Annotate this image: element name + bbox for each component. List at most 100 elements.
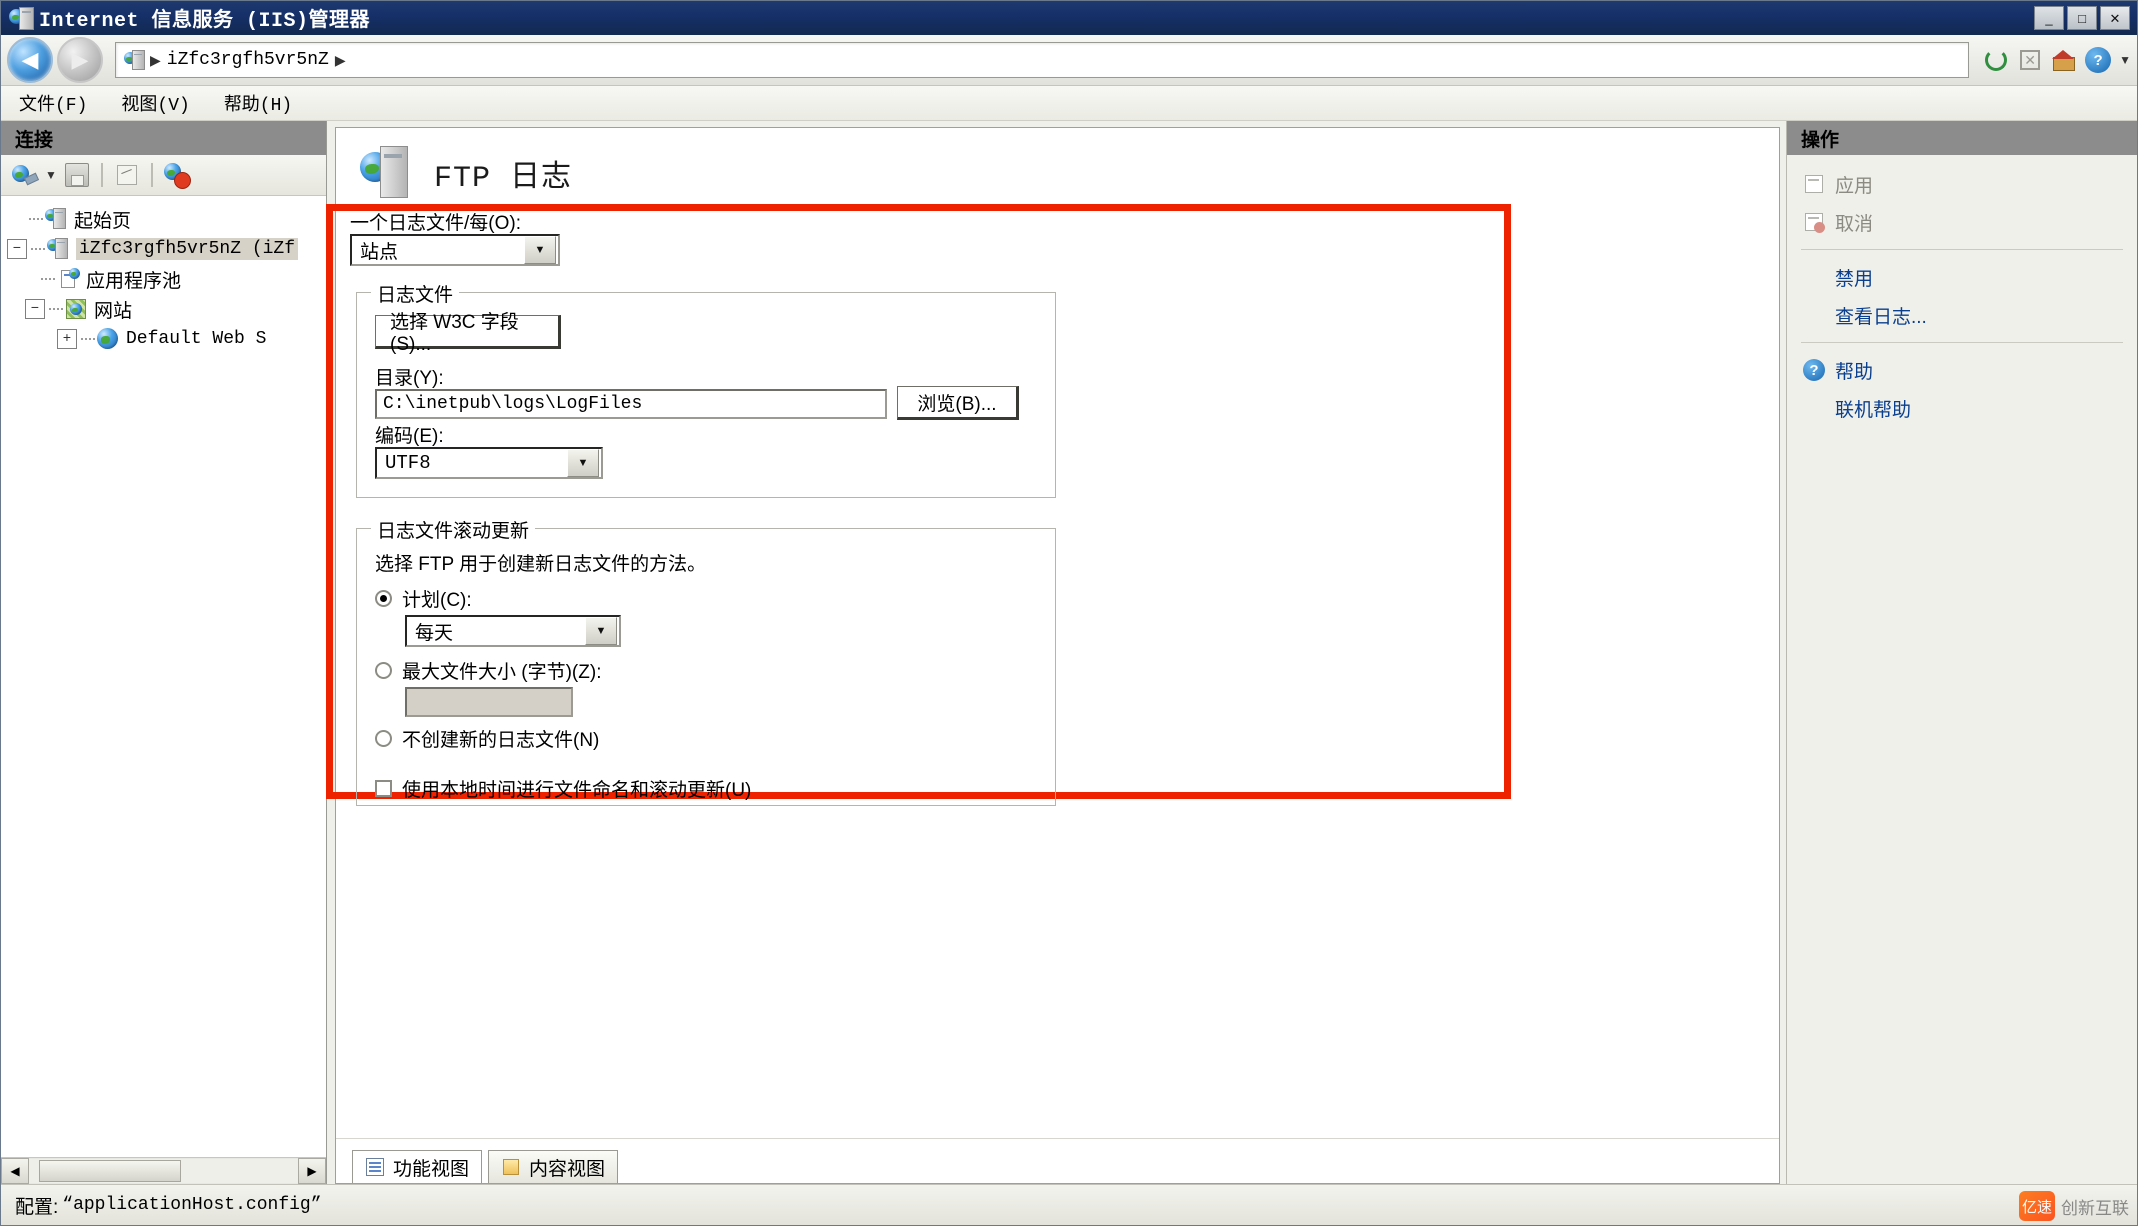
- action-label: 取消: [1835, 213, 1874, 235]
- watermark-badge: 亿速: [2019, 1191, 2055, 1221]
- iis-manager-window: Internet 信息服务 (IIS)管理器 _ □ ✕ ◀ ▶ ▶ iZfc3…: [0, 0, 2138, 1226]
- schedule-radio[interactable]: [375, 590, 392, 607]
- no-new-log-radio-row[interactable]: 不创建新的日志文件(N): [375, 725, 599, 752]
- action-label: 应用: [1835, 175, 1874, 197]
- one-log-file-label: 一个日志文件/每(O):: [350, 213, 521, 234]
- directory-input[interactable]: C:\inetpub\logs\LogFiles: [375, 389, 887, 419]
- main-content: FTP 日志 一个日志文件/每(O): 站点 ▼ 日志文件 选择 W3C 字段(…: [326, 121, 1786, 1184]
- action-label[interactable]: 联机帮助: [1835, 395, 1911, 422]
- watermark-text: 创新互联: [2061, 1198, 2129, 1218]
- close-button[interactable]: ✕: [2100, 6, 2130, 30]
- actions-list: 应用 取消 禁用 查看日志... ? 帮助 联机帮助: [1787, 155, 2137, 427]
- tree-item-sites[interactable]: − 网站: [1, 294, 326, 324]
- dropdown-arrow-icon[interactable]: ▼: [45, 168, 57, 182]
- chevron-down-icon[interactable]: ▼: [585, 617, 617, 645]
- action-label[interactable]: 帮助: [1835, 357, 1873, 384]
- browse-button[interactable]: 浏览(B)...: [897, 386, 1019, 420]
- local-time-checkbox-row[interactable]: 使用本地时间进行文件命名和滚动更新(U): [375, 775, 751, 802]
- scroll-thumb[interactable]: [39, 1160, 181, 1182]
- stop-icon[interactable]: ✕: [2017, 47, 2043, 73]
- menu-item-view[interactable]: 视图(V): [121, 90, 189, 116]
- tree-item-label: 应用程序池: [86, 270, 182, 292]
- breadcrumb-separator-2: ▶: [334, 51, 346, 68]
- tab-label: 内容视图: [529, 1158, 606, 1180]
- back-button[interactable]: ◀: [7, 37, 53, 83]
- connections-toolbar: ▼: [1, 155, 326, 196]
- ftp-logging-icon: [360, 146, 414, 200]
- action-disable[interactable]: 禁用: [1787, 258, 2137, 296]
- breadcrumb-server[interactable]: iZfc3rgfh5vr5nZ: [167, 50, 329, 70]
- select-w3c-fields-button[interactable]: 选择 W3C 字段(S)...: [375, 312, 561, 355]
- action-label[interactable]: 查看日志...: [1835, 302, 1927, 329]
- action-view-log-files[interactable]: 查看日志...: [1787, 296, 2137, 334]
- log-rollover-group: 日志文件滚动更新 选择 FTP 用于创建新日志文件的方法。 计划(C): 每天 …: [356, 516, 1056, 806]
- actions-separator-1: [1801, 249, 2123, 250]
- tree-item-label: iZfc3rgfh5vr5nZ (iZf: [76, 238, 299, 260]
- tree-item-start-page[interactable]: 起始页: [1, 204, 326, 234]
- edit-connection-icon[interactable]: [113, 161, 141, 189]
- action-help[interactable]: ? 帮助: [1787, 351, 2137, 389]
- ftp-logging-form: 一个日志文件/每(O): 站点 ▼ 日志文件 选择 W3C 字段(S)... 目…: [326, 204, 1779, 1138]
- maxsize-radio[interactable]: [375, 662, 392, 679]
- help-icon[interactable]: ?: [2085, 47, 2112, 73]
- scroll-track[interactable]: [29, 1159, 298, 1183]
- sites-icon: [65, 298, 87, 320]
- tab-content-view[interactable]: 内容视图: [488, 1150, 619, 1183]
- action-cancel[interactable]: 取消: [1787, 203, 2137, 241]
- chevron-down-icon[interactable]: ▼: [2119, 53, 2131, 67]
- forward-button[interactable]: ▶: [57, 37, 103, 83]
- menu-item-file[interactable]: 文件(F): [19, 90, 87, 116]
- tree-item-server[interactable]: − iZfc3rgfh5vr5nZ (iZf: [1, 234, 326, 264]
- page-title: FTP 日志: [434, 161, 573, 196]
- log-rollover-group-legend: 日志文件滚动更新: [371, 516, 536, 543]
- connections-panel: 连接 ▼ 起始页 − iZfc3rgfh5vr5nZ (iZf 应用程序池 − …: [1, 121, 327, 1184]
- expander-icon[interactable]: −: [7, 239, 27, 259]
- local-time-label: 使用本地时间进行文件命名和滚动更新(U): [402, 780, 752, 801]
- breadcrumb[interactable]: ▶ iZfc3rgfh5vr5nZ ▶: [115, 42, 1970, 78]
- window-controls: _ □ ✕: [2034, 6, 2135, 30]
- tab-features-view[interactable]: 功能视图: [352, 1150, 483, 1183]
- expander-icon[interactable]: +: [57, 329, 77, 349]
- encoding-select[interactable]: UTF8 ▼: [375, 447, 603, 479]
- chevron-down-icon[interactable]: ▼: [567, 449, 599, 477]
- action-online-help[interactable]: 联机帮助: [1787, 389, 2137, 427]
- status-bar: 配置: “applicationHost.config” 亿速 创新互联: [1, 1184, 2137, 1225]
- help-icon: ?: [1803, 359, 1825, 381]
- save-connections-icon[interactable]: [63, 161, 91, 189]
- spacer-icon: [1803, 397, 1825, 419]
- status-config-label: 配置:: [15, 1196, 59, 1218]
- maximize-button[interactable]: □: [2067, 6, 2097, 30]
- website-icon: [97, 328, 119, 350]
- tree-item-default-web-site[interactable]: + Default Web S: [1, 324, 326, 354]
- watermark: 亿速 创新互联: [2019, 1191, 2129, 1221]
- connect-to-site-icon[interactable]: [11, 161, 40, 189]
- schedule-radio-row[interactable]: 计划(C):: [375, 585, 472, 612]
- directory-label: 目录(Y):: [375, 368, 444, 389]
- tree-item-app-pools[interactable]: 应用程序池: [1, 264, 326, 294]
- scroll-right-button[interactable]: ▶: [298, 1158, 326, 1184]
- scroll-left-button[interactable]: ◀: [1, 1158, 29, 1184]
- chevron-down-icon[interactable]: ▼: [524, 236, 556, 264]
- encoding-label: 编码(E):: [375, 426, 444, 447]
- remove-connection-icon[interactable]: [163, 161, 191, 189]
- menu-item-help[interactable]: 帮助(H): [224, 90, 292, 116]
- connections-horizontal-scrollbar[interactable]: ◀ ▶: [1, 1157, 326, 1184]
- action-apply[interactable]: 应用: [1787, 165, 2137, 203]
- maxsize-radio-row[interactable]: 最大文件大小 (字节)(Z):: [375, 657, 601, 684]
- content-view-icon: [501, 1157, 521, 1177]
- schedule-select[interactable]: 每天 ▼: [405, 615, 621, 647]
- toolbar-divider-2: [150, 163, 153, 187]
- maxsize-input[interactable]: [405, 687, 573, 717]
- minimize-button[interactable]: _: [2034, 6, 2064, 30]
- refresh-icon[interactable]: [1983, 47, 2009, 73]
- one-log-file-per-select[interactable]: 站点 ▼: [350, 234, 560, 266]
- iis-server-icon: [9, 6, 35, 30]
- actions-header: 操作: [1787, 121, 2137, 155]
- expander-icon[interactable]: −: [25, 299, 45, 319]
- local-time-checkbox[interactable]: [375, 780, 392, 797]
- home-icon[interactable]: [2051, 47, 2077, 73]
- action-label[interactable]: 禁用: [1835, 264, 1873, 291]
- schedule-value: 每天: [415, 622, 454, 644]
- no-new-log-radio[interactable]: [375, 730, 392, 747]
- spacer-icon: [1803, 304, 1825, 326]
